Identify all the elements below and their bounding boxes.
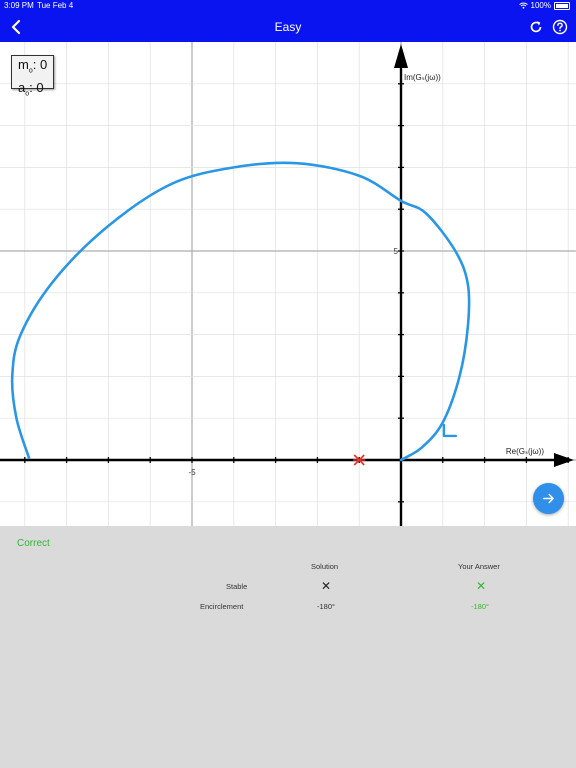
refresh-icon[interactable] xyxy=(528,19,544,35)
row-encirclement-label: Encirclement xyxy=(200,602,244,611)
next-button[interactable] xyxy=(533,483,564,514)
m-value: : 0 xyxy=(32,57,48,72)
y-axis-label: Im(Gₛ(jω)) xyxy=(404,73,441,82)
nav-bar: Easy xyxy=(0,12,576,42)
feedback-panel: Correct Solution Your Answer Stable ✕ ✕ … xyxy=(0,526,576,768)
m-label: m xyxy=(18,57,29,72)
row-stable-label: Stable xyxy=(226,582,248,591)
status-time: 3:09 PM xyxy=(4,1,34,10)
x-axis-label: Re(Gₛ(jω)) xyxy=(506,447,544,456)
x-axis-arrow xyxy=(554,453,574,467)
encirclement-answer: -180° xyxy=(471,602,490,611)
encirclement-solution: -180° xyxy=(317,602,336,611)
arrow-right-icon xyxy=(542,493,554,504)
your-answer-header: Your Answer xyxy=(458,562,500,571)
y-tick-label: 5 xyxy=(394,247,399,256)
page-title: Easy xyxy=(274,20,302,34)
wifi-icon xyxy=(518,2,528,9)
help-icon[interactable] xyxy=(552,19,568,35)
legend-box: mo: 0 ao: 0 xyxy=(11,55,54,97)
m-readout: mo: 0 xyxy=(18,57,53,80)
result-status: Correct xyxy=(17,538,50,549)
solution-header: Solution xyxy=(311,562,339,571)
battery-icon xyxy=(554,1,570,10)
nyquist-plot[interactable]: -5 5 Re(Gₛ(jω)) Im(Gₛ(jω)) mo: 0 ao: 0 xyxy=(0,42,576,526)
battery-percent: 100% xyxy=(530,1,551,10)
a-readout: ao: 0 xyxy=(18,80,53,103)
nyquist-chart: -5 5 Re(Gₛ(jω)) Im(Gₛ(jω)) xyxy=(0,42,576,526)
x-tick-label: -5 xyxy=(188,468,196,477)
status-bar: 3:09 PM Tue Feb 4 100% xyxy=(0,0,576,12)
status-right: 100% xyxy=(518,1,570,10)
a-value: : 0 xyxy=(29,79,44,95)
status-date: Tue Feb 4 xyxy=(37,1,74,10)
y-axis-arrow xyxy=(394,44,408,68)
direction-arrow xyxy=(442,423,458,438)
stable-solution-cross-icon: ✕ xyxy=(321,579,332,593)
stable-answer-cross-icon: ✕ xyxy=(476,579,487,593)
